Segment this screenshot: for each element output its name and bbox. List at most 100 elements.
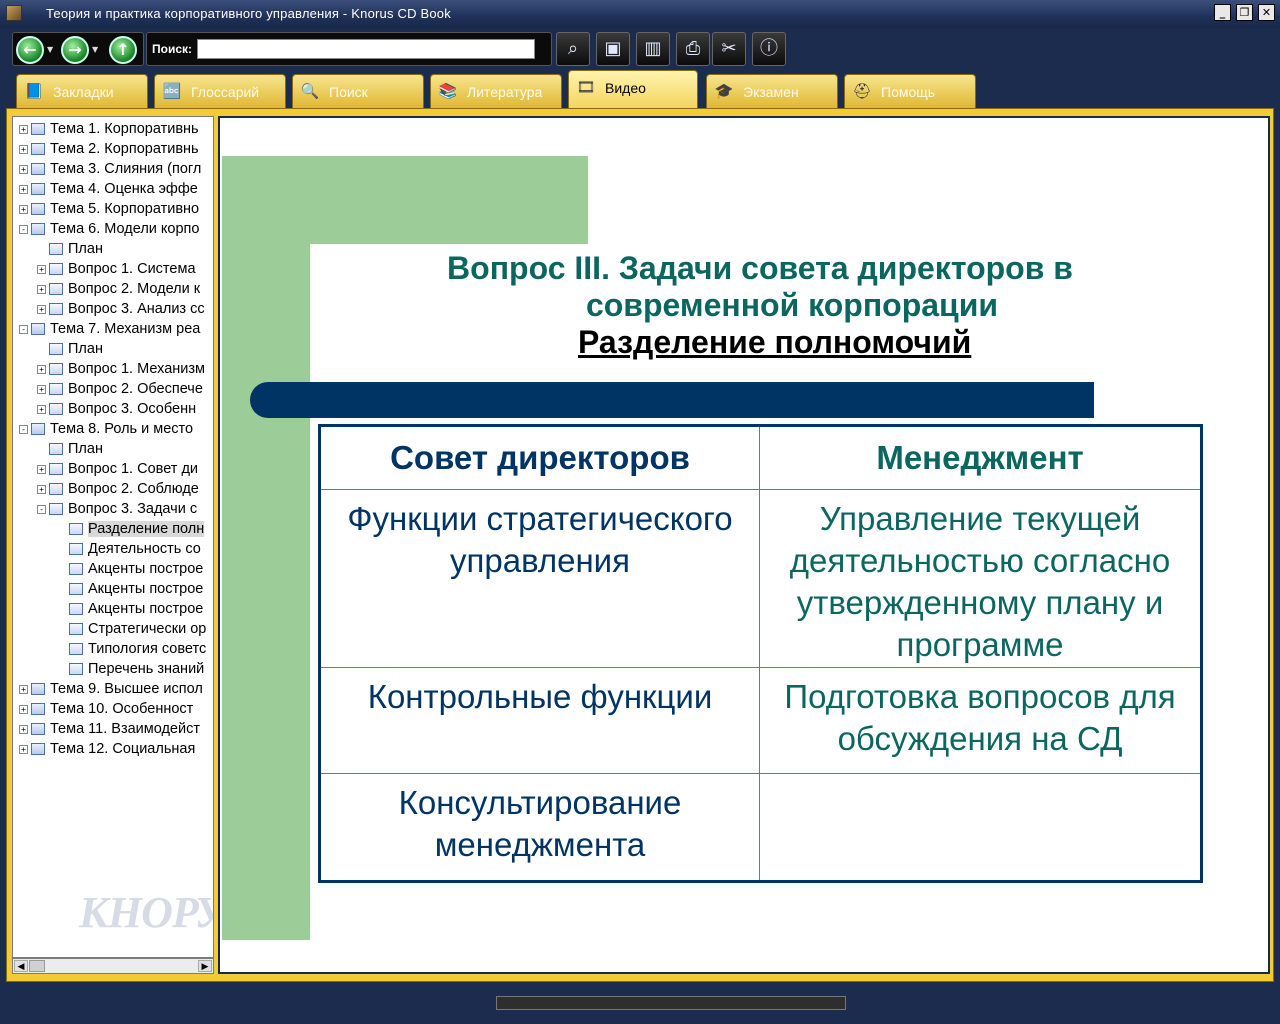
- status-slot: [496, 996, 846, 1010]
- back-button[interactable]: ←: [16, 36, 44, 64]
- expand-icon[interactable]: +: [19, 204, 28, 214]
- tree-topic[interactable]: - Тема 8. Роль и место: [19, 419, 193, 439]
- scroll-right-icon[interactable]: ▶: [198, 960, 212, 972]
- info-button[interactable]: ⓘ: [752, 32, 786, 66]
- tree-item-label: План: [68, 441, 103, 457]
- search-input[interactable]: [197, 39, 535, 59]
- tree-topic[interactable]: + Тема 2. Корпоративнь: [19, 139, 199, 159]
- tree-topic[interactable]: + Тема 12. Социальная: [19, 739, 195, 759]
- tree-topic[interactable]: - Тема 7. Механизм реа: [19, 319, 200, 339]
- expand-icon[interactable]: +: [19, 704, 28, 714]
- tree-topic[interactable]: + Тема 9. Высшее испол: [19, 679, 203, 699]
- tree-topic[interactable]: + Тема 1. Корпоративнь: [19, 119, 199, 139]
- up-button[interactable]: ↑: [109, 36, 137, 64]
- folder-pages-icon: [31, 323, 45, 336]
- expand-icon[interactable]: +: [37, 264, 46, 274]
- tree-topic[interactable]: + Тема 10. Особенност: [19, 699, 193, 719]
- tree-question[interactable]: + Вопрос 2. Модели к: [37, 279, 200, 299]
- collapse-icon[interactable]: -: [19, 224, 28, 234]
- tree-page[interactable]: Стратегически ор: [57, 619, 206, 639]
- tree-page[interactable]: Деятельность со: [57, 539, 201, 559]
- tree-question[interactable]: План: [37, 239, 103, 259]
- print-button[interactable]: ⎙: [676, 32, 710, 66]
- tree-question[interactable]: План: [37, 339, 103, 359]
- screen-button[interactable]: ▣: [596, 32, 630, 66]
- expand-icon[interactable]: +: [37, 284, 46, 294]
- expand-icon[interactable]: +: [19, 144, 28, 154]
- tree-topic[interactable]: - Тема 6. Модели корпо: [19, 219, 199, 239]
- forward-button[interactable]: →: [61, 36, 89, 64]
- publisher-watermark: КНОРУС: [79, 888, 213, 937]
- close-button[interactable]: ✕: [1258, 4, 1275, 21]
- scroll-left-icon[interactable]: ◀: [14, 960, 28, 972]
- tree-item-label: Вопрос 1. Совет ди: [68, 461, 199, 477]
- tree-question[interactable]: - Вопрос 3. Задачи с: [37, 499, 197, 519]
- tree-page[interactable]: Акценты построе: [57, 599, 203, 619]
- restore-button[interactable]: ❐: [1236, 4, 1253, 21]
- tree-topic[interactable]: + Тема 5. Корпоративно: [19, 199, 199, 219]
- tab-literature[interactable]: 📚 Литература: [430, 74, 562, 108]
- alphabet-icon: 🔤: [162, 82, 182, 100]
- expand-icon[interactable]: +: [19, 124, 28, 134]
- app-icon[interactable]: [6, 5, 22, 21]
- tree-item-label: Вопрос 1. Система: [68, 261, 196, 277]
- tree-item-label: План: [68, 341, 103, 357]
- tree-item-label: Вопрос 2. Модели к: [68, 281, 201, 297]
- expand-icon[interactable]: +: [19, 744, 28, 754]
- scroll-thumb[interactable]: [29, 960, 45, 972]
- slide-subtitle: Разделение полномочий: [578, 324, 972, 360]
- tree-question[interactable]: + Вопрос 3. Особенн: [37, 399, 196, 419]
- tree-topic[interactable]: + Тема 3. Слияния (погл: [19, 159, 201, 179]
- folder-pages-icon: [31, 123, 45, 136]
- tab-video[interactable]: 🎞 Видео: [568, 70, 698, 110]
- tab-search[interactable]: 🔍 Поиск: [292, 74, 424, 108]
- tree-topic[interactable]: + Тема 4. Оценка эффе: [19, 179, 198, 199]
- tools-button[interactable]: ✂: [712, 32, 746, 66]
- film-icon: 🎞: [576, 78, 596, 96]
- expand-icon[interactable]: +: [19, 724, 28, 734]
- tree-page[interactable]: Акценты построе: [57, 559, 203, 579]
- back-dropdown-icon[interactable]: ▼: [47, 45, 55, 55]
- tree-item-label: Тема 6. Модели корпо: [50, 221, 200, 237]
- tab-exam[interactable]: 🎓 Экзамен: [706, 74, 838, 108]
- book-button[interactable]: ▥: [636, 32, 670, 66]
- tree-horizontal-scrollbar[interactable]: ◀ ▶: [12, 958, 214, 974]
- expand-icon[interactable]: +: [19, 184, 28, 194]
- tree-question[interactable]: + Вопрос 1. Система: [37, 259, 196, 279]
- tab-glossary[interactable]: 🔤 Глоссарий: [154, 74, 286, 108]
- tree-question[interactable]: + Вопрос 3. Анализ сс: [37, 299, 205, 319]
- collapse-icon[interactable]: -: [19, 324, 28, 334]
- collapse-icon[interactable]: -: [19, 424, 28, 434]
- window-title: Теория и практика корпоративного управле…: [46, 6, 451, 21]
- tree-page[interactable]: Перечень знаний: [57, 659, 204, 679]
- tree-page[interactable]: Акценты построе: [57, 579, 203, 599]
- tree-question[interactable]: + Вопрос 1. Механизм: [37, 359, 205, 379]
- folder-pages-icon: [31, 183, 45, 196]
- folder-pages-icon: [31, 743, 45, 756]
- expand-icon[interactable]: +: [19, 684, 28, 694]
- tree-question[interactable]: + Вопрос 1. Совет ди: [37, 459, 198, 479]
- tab-help[interactable]: ⛑ Помощь: [844, 74, 976, 108]
- tree-topic[interactable]: + Тема 11. Взаимодейст: [19, 719, 200, 739]
- expand-icon[interactable]: +: [37, 364, 46, 374]
- powers-table: Совет директоров Менеджмент Функции стра…: [318, 424, 1203, 883]
- contents-tree[interactable]: + Тема 1. Корпоративнь + Тема 2. Корпоратив…: [12, 116, 214, 958]
- tree-connector: [57, 644, 66, 653]
- collapse-icon[interactable]: -: [37, 504, 46, 514]
- tab-bookmarks[interactable]: 📘 Закладки: [16, 74, 148, 108]
- expand-icon[interactable]: +: [37, 404, 46, 414]
- expand-icon[interactable]: +: [37, 304, 46, 314]
- find-button[interactable]: ⌕: [556, 32, 590, 66]
- minimize-button[interactable]: _: [1214, 4, 1231, 21]
- expand-icon[interactable]: +: [37, 484, 46, 494]
- tree-question[interactable]: + Вопрос 2. Соблюде: [37, 479, 199, 499]
- tools-icon: ✂: [721, 38, 737, 59]
- expand-icon[interactable]: +: [19, 164, 28, 174]
- tree-page[interactable]: Разделение полн: [57, 519, 205, 539]
- tree-page[interactable]: Типология советс: [57, 639, 206, 659]
- expand-icon[interactable]: +: [37, 384, 46, 394]
- forward-dropdown-icon[interactable]: ▼: [92, 45, 100, 55]
- tree-question[interactable]: + Вопрос 2. Обеспече: [37, 379, 203, 399]
- tree-question[interactable]: План: [37, 439, 103, 459]
- expand-icon[interactable]: +: [37, 464, 46, 474]
